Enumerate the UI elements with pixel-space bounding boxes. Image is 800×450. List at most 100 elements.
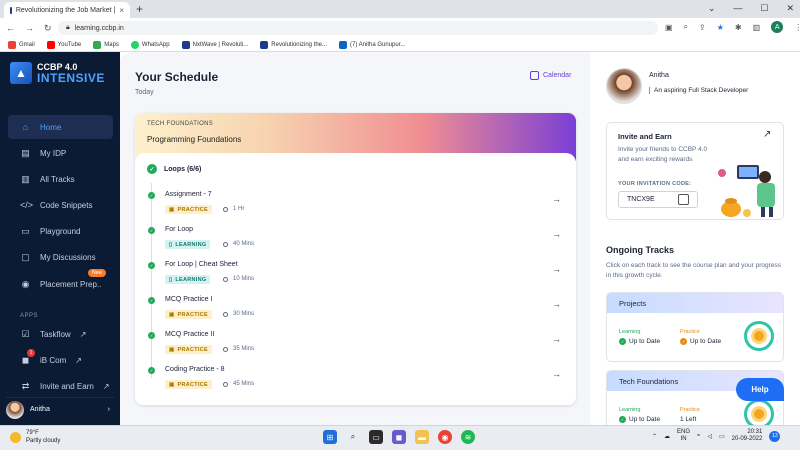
screenshot-icon[interactable]: ▣ bbox=[665, 23, 673, 32]
extensions-icon[interactable]: ✱ bbox=[735, 23, 742, 32]
idp-icon: ▤ bbox=[21, 147, 30, 158]
sidebar-item-home[interactable]: ⌂ Home bbox=[8, 115, 113, 139]
sidepanel-icon[interactable]: ▥ bbox=[753, 23, 761, 32]
arrow-right-icon[interactable]: → bbox=[552, 229, 561, 239]
star-icon[interactable]: ★ bbox=[717, 23, 724, 32]
bookmark-youtube[interactable]: YouTube bbox=[46, 40, 81, 49]
notification-count[interactable]: 13 bbox=[769, 430, 781, 442]
sidebar-item-playground[interactable]: ▭ Playground bbox=[8, 219, 113, 243]
book-icon: ▯ bbox=[169, 241, 173, 248]
minimize-icon[interactable]: — bbox=[733, 3, 742, 14]
invite-description: Invite your friends to CCBP 4.0 and earn… bbox=[618, 146, 708, 163]
sidebar-item-my-discussions[interactable]: ▢ My Discussions bbox=[8, 245, 113, 269]
forward-icon[interactable]: → bbox=[25, 23, 34, 33]
back-icon[interactable]: ← bbox=[6, 23, 15, 33]
check-circle-icon: ✓ bbox=[619, 416, 626, 423]
file-explorer-icon[interactable]: ▬ bbox=[415, 430, 429, 444]
bookmark-nxtwave[interactable]: NxtWave | Revoluti... bbox=[181, 40, 248, 49]
close-icon[interactable]: × bbox=[119, 6, 124, 15]
page-title: Your Schedule bbox=[135, 70, 219, 84]
learning-status: ✓ Up to Date bbox=[619, 338, 661, 345]
ccbp-logo[interactable]: ▲ CCBP 4.0 INTENSIVE bbox=[10, 62, 105, 84]
practice-badge: ▣ PRACTICE bbox=[165, 205, 213, 214]
list-item[interactable]: ✓ Coding Practice - 8 ▣ PRACTICE 45 Mins … bbox=[147, 366, 567, 402]
bookmark-revolutionizing[interactable]: Revolutionizing the... bbox=[260, 40, 327, 49]
copy-icon[interactable] bbox=[678, 194, 689, 205]
list-item[interactable]: ✓ MCQ Practice II ▣ PRACTICE 35 Mins → bbox=[147, 331, 567, 367]
arrow-right-icon[interactable]: → bbox=[552, 334, 561, 344]
sidebar-user[interactable]: Anitha › bbox=[6, 397, 114, 419]
chevron-up-icon[interactable]: ⌃ bbox=[652, 433, 657, 440]
check-circle-icon: ✓ bbox=[148, 227, 155, 234]
share-icon[interactable]: ⇪ bbox=[699, 23, 706, 32]
sidebar-app-ibcom[interactable]: ◼ iB Com ↗ bbox=[8, 348, 113, 372]
arrow-right-icon[interactable]: → bbox=[552, 194, 561, 204]
weather-widget[interactable]: 79°F Partly cloudy bbox=[10, 430, 60, 445]
sidebar-app-taskflow[interactable]: ☑ Taskflow ↗ bbox=[8, 322, 113, 346]
sidebar-item-all-tracks[interactable]: ▥ All Tracks bbox=[8, 167, 113, 191]
gmail-icon bbox=[8, 40, 16, 49]
avatar bbox=[6, 400, 24, 419]
bookmark-gmail[interactable]: Gmail bbox=[8, 40, 35, 49]
chat-icon[interactable]: ◼ bbox=[392, 430, 406, 444]
arrow-right-icon[interactable]: → bbox=[552, 264, 561, 274]
list-item[interactable]: ✓ MCQ Practice I ▣ PRACTICE 30 Mins → bbox=[147, 296, 567, 332]
search-icon[interactable]: ⌕ bbox=[346, 430, 360, 444]
bookmark-maps[interactable]: Maps bbox=[93, 40, 119, 49]
sidebar-app-invite-and-earn[interactable]: ⇄ Invite and Earn ↗ bbox=[8, 374, 113, 398]
arrow-right-icon[interactable]: → bbox=[552, 299, 561, 309]
browser-tab[interactable]: Revolutionizing the Job Market | × bbox=[4, 2, 130, 18]
new-tab-button[interactable]: + bbox=[136, 2, 143, 16]
practice-label: Practice bbox=[680, 407, 700, 413]
track-card-projects[interactable]: Projects Learning Practice ✓ Up to Date ✓… bbox=[606, 292, 784, 362]
close-window-icon[interactable]: ✕ bbox=[786, 3, 794, 14]
chrome-icon[interactable]: ◉ bbox=[438, 430, 452, 444]
sidebar-item-my-idp[interactable]: ▤ My IDP bbox=[8, 141, 113, 165]
address-bar[interactable]: 🔒︎ learning.ccbp.in bbox=[58, 21, 658, 35]
share-icon[interactable]: ↗ bbox=[763, 129, 771, 140]
arrow-right-icon[interactable]: → bbox=[552, 369, 561, 379]
maximize-icon[interactable]: ☐ bbox=[760, 3, 768, 14]
volume-icon[interactable]: ◁ bbox=[707, 433, 712, 440]
invite-illustration bbox=[718, 165, 775, 217]
menu-icon[interactable]: ⋮ bbox=[794, 23, 800, 32]
reload-icon[interactable]: ↻ bbox=[44, 23, 52, 34]
avatar[interactable] bbox=[606, 68, 642, 104]
duration: 10 Mins bbox=[223, 276, 254, 282]
wifi-icon[interactable]: ≈ bbox=[697, 433, 700, 439]
zoom-icon[interactable]: ⌕ bbox=[684, 22, 688, 32]
list-item[interactable]: ✓ For Loop | Cheat Sheet ▯ LEARNING 10 Mi… bbox=[147, 261, 567, 297]
track-name: Projects bbox=[607, 293, 783, 313]
section-header[interactable]: ✓ Loops (6/6) bbox=[147, 164, 201, 174]
tab-title: Revolutionizing the Job Market | bbox=[15, 6, 116, 14]
help-button[interactable]: Help bbox=[736, 378, 784, 401]
course-name: Programming Foundations bbox=[147, 135, 242, 144]
external-link-icon: ↗ bbox=[79, 329, 87, 339]
check-circle-icon: ✓ bbox=[148, 332, 155, 339]
list-item[interactable]: ✓ For Loop ▯ LEARNING 40 Mins → bbox=[147, 226, 567, 262]
course-tag: TECH FOUNDATIONS bbox=[147, 121, 214, 127]
list-item[interactable]: ✓ Assignment - 7 ▣ PRACTICE 1 Hr → bbox=[147, 191, 567, 227]
sidebar-item-code-snippets[interactable]: </> Code Snippets bbox=[8, 193, 113, 217]
battery-icon[interactable]: ▭ bbox=[719, 433, 725, 440]
apps-heading: APPS bbox=[20, 313, 39, 319]
clock-icon bbox=[223, 206, 228, 212]
bookmark-linkedin[interactable]: (7) Anitha Gunupur... bbox=[339, 40, 405, 49]
practice-status: 1 Left bbox=[680, 416, 697, 423]
cloud-icon[interactable]: ☁ bbox=[664, 433, 670, 440]
profile-avatar[interactable]: A bbox=[771, 21, 784, 33]
new-badge: New bbox=[88, 269, 107, 277]
chevron-down-icon[interactable]: ⌄ bbox=[708, 3, 716, 14]
calendar-button[interactable]: Calendar bbox=[530, 71, 571, 80]
learning-status: ✓ Up to Date bbox=[619, 416, 661, 423]
bookmark-whatsapp[interactable]: WhatsApp bbox=[130, 40, 170, 49]
task-view-icon[interactable]: ▭ bbox=[369, 430, 383, 444]
clock[interactable]: 20:31 20-09-2022 bbox=[732, 429, 763, 443]
practice-icon: ▣ bbox=[169, 381, 175, 388]
language-indicator[interactable]: ENG IN bbox=[677, 429, 690, 443]
spotify-icon[interactable]: ≋ bbox=[461, 430, 475, 444]
practice-badge: ▣ PRACTICE bbox=[165, 380, 213, 389]
ibcom-notification-badge: 1 bbox=[27, 349, 35, 357]
windows-start-icon[interactable]: ⊞ bbox=[323, 430, 337, 444]
browser-tab-bar: Revolutionizing the Job Market | × + ⌄ —… bbox=[0, 0, 800, 18]
